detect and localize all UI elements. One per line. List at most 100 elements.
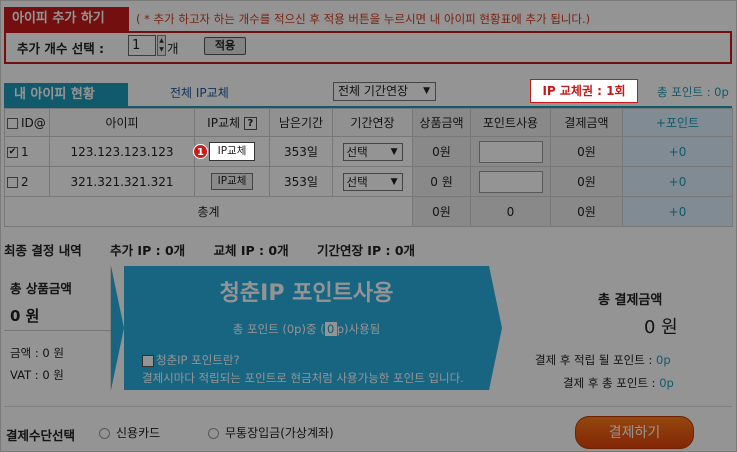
quantity-stepper[interactable]: ▲ ▼	[157, 35, 166, 56]
final-title: 최종 결정 내역	[4, 243, 82, 258]
after-total-point-label: 결제 후 총 포인트 :	[563, 376, 660, 390]
all-ip-change-link[interactable]: 전체 IP교체	[170, 84, 229, 101]
ip-status-table: ID@ 아이피 IP교체 ? 남은기간 기간연장 상품금액 포인트사용 결제금액…	[4, 108, 733, 227]
row-checkbox[interactable]: ✔	[7, 146, 18, 158]
stepper-down-icon[interactable]: ▼	[159, 46, 164, 53]
row-payment: 0원	[550, 136, 623, 167]
payment-card-option[interactable]: 신용카드	[99, 424, 160, 441]
point-use-input[interactable]	[478, 140, 543, 163]
final-add-ip: 추가 IP : 0개	[110, 243, 186, 258]
point-use-summary-b: p)사용됨	[336, 322, 381, 336]
header-point-use: 포인트사용	[470, 108, 551, 137]
ip-change-button[interactable]: IP교체	[209, 142, 255, 161]
vat-label: VAT : 0 원	[10, 368, 64, 382]
select-all-checkbox[interactable]	[7, 117, 18, 129]
chevron-down-icon: ▼	[390, 176, 398, 187]
payment-method-label: 결제수단선택	[6, 428, 76, 443]
after-total-point-row: 결제 후 총 포인트 : 0p	[563, 375, 674, 391]
final-extend-ip: 기간연장 IP : 0개	[316, 243, 416, 258]
divider	[4, 330, 111, 331]
apply-button[interactable]: 적용	[204, 37, 246, 55]
row-point-cell	[470, 136, 551, 167]
header-ip-change-label: IP교체	[207, 116, 241, 130]
table-row: 2 321.321.321.321 IP교체 353일 선택 ▼ 0 원 0원 +…	[4, 166, 733, 197]
chevron-down-icon: ▼	[390, 146, 398, 157]
row-extension-cell: 선택 ▼	[332, 166, 413, 197]
stepper-up-icon[interactable]: ▲	[159, 37, 164, 44]
header-plus-point: +포인트	[622, 108, 733, 137]
row-plus-point: +0	[622, 166, 733, 197]
total-point: 0	[470, 196, 551, 227]
product-total-panel: 총 상품금액 0 원 금액 : 0 원 VAT : 0 원	[4, 266, 111, 390]
row-point-cell	[470, 166, 551, 197]
payment-total-title: 총 결제금액	[598, 293, 663, 308]
total-point-label: 총 포인트 : 0p	[657, 85, 729, 99]
extension-select-value: 선택	[346, 144, 368, 159]
help-icon[interactable]: ?	[243, 117, 257, 130]
total-label: 총계	[4, 196, 413, 227]
row-price: 0원	[412, 136, 471, 167]
row-ip: 123.123.123.123	[49, 136, 195, 167]
add-ip-title: 아이피 추가 하기	[4, 7, 129, 31]
card-radio[interactable]	[99, 428, 110, 439]
card-label: 신용카드	[116, 426, 161, 440]
divider	[4, 406, 732, 407]
header-extension: 기간연장	[332, 108, 413, 137]
earn-point-row: 결제 후 적립 될 포인트 : 0p	[535, 352, 671, 368]
extension-select[interactable]: 선택 ▼	[342, 142, 403, 161]
row-id-cell: ✔ 1	[4, 136, 50, 167]
header-remaining: 남은기간	[269, 108, 333, 137]
bank-label: 무통장입금(가상계좌)	[225, 426, 334, 440]
table-header-row: ID@ 아이피 IP교체 ? 남은기간 기간연장 상품금액 포인트사용 결제금액…	[4, 108, 733, 137]
row-remaining: 353일	[269, 166, 333, 197]
chevron-down-icon: ▼	[423, 86, 430, 96]
row-ip: 321.321.321.321	[49, 166, 195, 197]
total-price: 0원	[412, 196, 471, 227]
add-ip-note: ( * 추가 하고자 하는 개수를 적으신 후 적용 버튼을 누르시면 내 아이…	[136, 12, 591, 26]
extension-select-value: 선택	[346, 174, 368, 189]
add-count-label: 추가 개수 선택 :	[17, 41, 105, 56]
add-count-input[interactable]: 1	[128, 35, 156, 56]
all-extension-select-value: 전체 기간연장	[338, 84, 409, 98]
row-checkbox[interactable]	[7, 176, 18, 188]
ip-change-coupon-badge: IP 교체권 : 1회	[530, 79, 638, 103]
help-icon[interactable]: ?	[142, 354, 154, 367]
point-use-title: 청춘IP 포인트사용	[219, 281, 394, 306]
header-ip-change: IP교체 ?	[194, 108, 270, 137]
point-help-text: 청춘IP 포인트란?	[156, 353, 240, 367]
table-row: ✔ 1 123.123.123.123 IP교체 353일 선택 ▼ 0원 0원 +…	[4, 136, 733, 167]
payment-total-value: 0 원	[644, 317, 678, 338]
product-total-value: 0 원	[10, 307, 40, 325]
point-use-summary: 총 포인트 (0p)중 (0 p)사용됨	[124, 321, 489, 337]
bank-radio[interactable]	[208, 428, 219, 439]
earn-point-value: 0p	[656, 353, 671, 367]
panel-arrow	[489, 266, 502, 390]
header-payment: 결제금액	[550, 108, 623, 137]
total-plus-point: +0	[622, 196, 733, 227]
product-total-title: 총 상품금액	[10, 281, 72, 296]
header-price: 상품금액	[412, 108, 471, 137]
header-id-label: ID@	[21, 115, 46, 130]
ip-change-button[interactable]: IP교체	[211, 173, 253, 190]
final-decision-bar: 최종 결정 내역 추가 IP : 0개 교체 IP : 0개 기간연장 IP :…	[4, 240, 732, 259]
header-ip: 아이피	[49, 108, 195, 137]
total-payment: 0원	[550, 196, 623, 227]
row-price: 0 원	[412, 166, 471, 197]
pay-button[interactable]: 결제하기	[575, 416, 694, 449]
point-use-input[interactable]	[478, 170, 543, 193]
row-extension-cell: 선택 ▼	[332, 136, 413, 167]
point-use-value: 0	[324, 322, 337, 336]
extension-select[interactable]: 선택 ▼	[342, 172, 403, 191]
amount-label: 금액 : 0 원	[10, 346, 64, 360]
header-id[interactable]: ID@	[4, 108, 50, 137]
row-payment: 0원	[550, 166, 623, 197]
row-remaining: 353일	[269, 136, 333, 167]
payment-bank-option[interactable]: 무통장입금(가상계좌)	[208, 424, 334, 441]
all-extension-select[interactable]: 전체 기간연장 ▼	[333, 82, 436, 101]
point-help-link[interactable]: ? 청춘IP 포인트란?	[142, 352, 240, 368]
row-id-cell: 2	[4, 166, 50, 197]
panel-notch	[111, 266, 124, 390]
earn-point-label: 결제 후 적립 될 포인트 :	[535, 353, 657, 367]
add-ip-box	[4, 31, 732, 64]
row-ip-change-cell: IP교체	[194, 166, 270, 197]
